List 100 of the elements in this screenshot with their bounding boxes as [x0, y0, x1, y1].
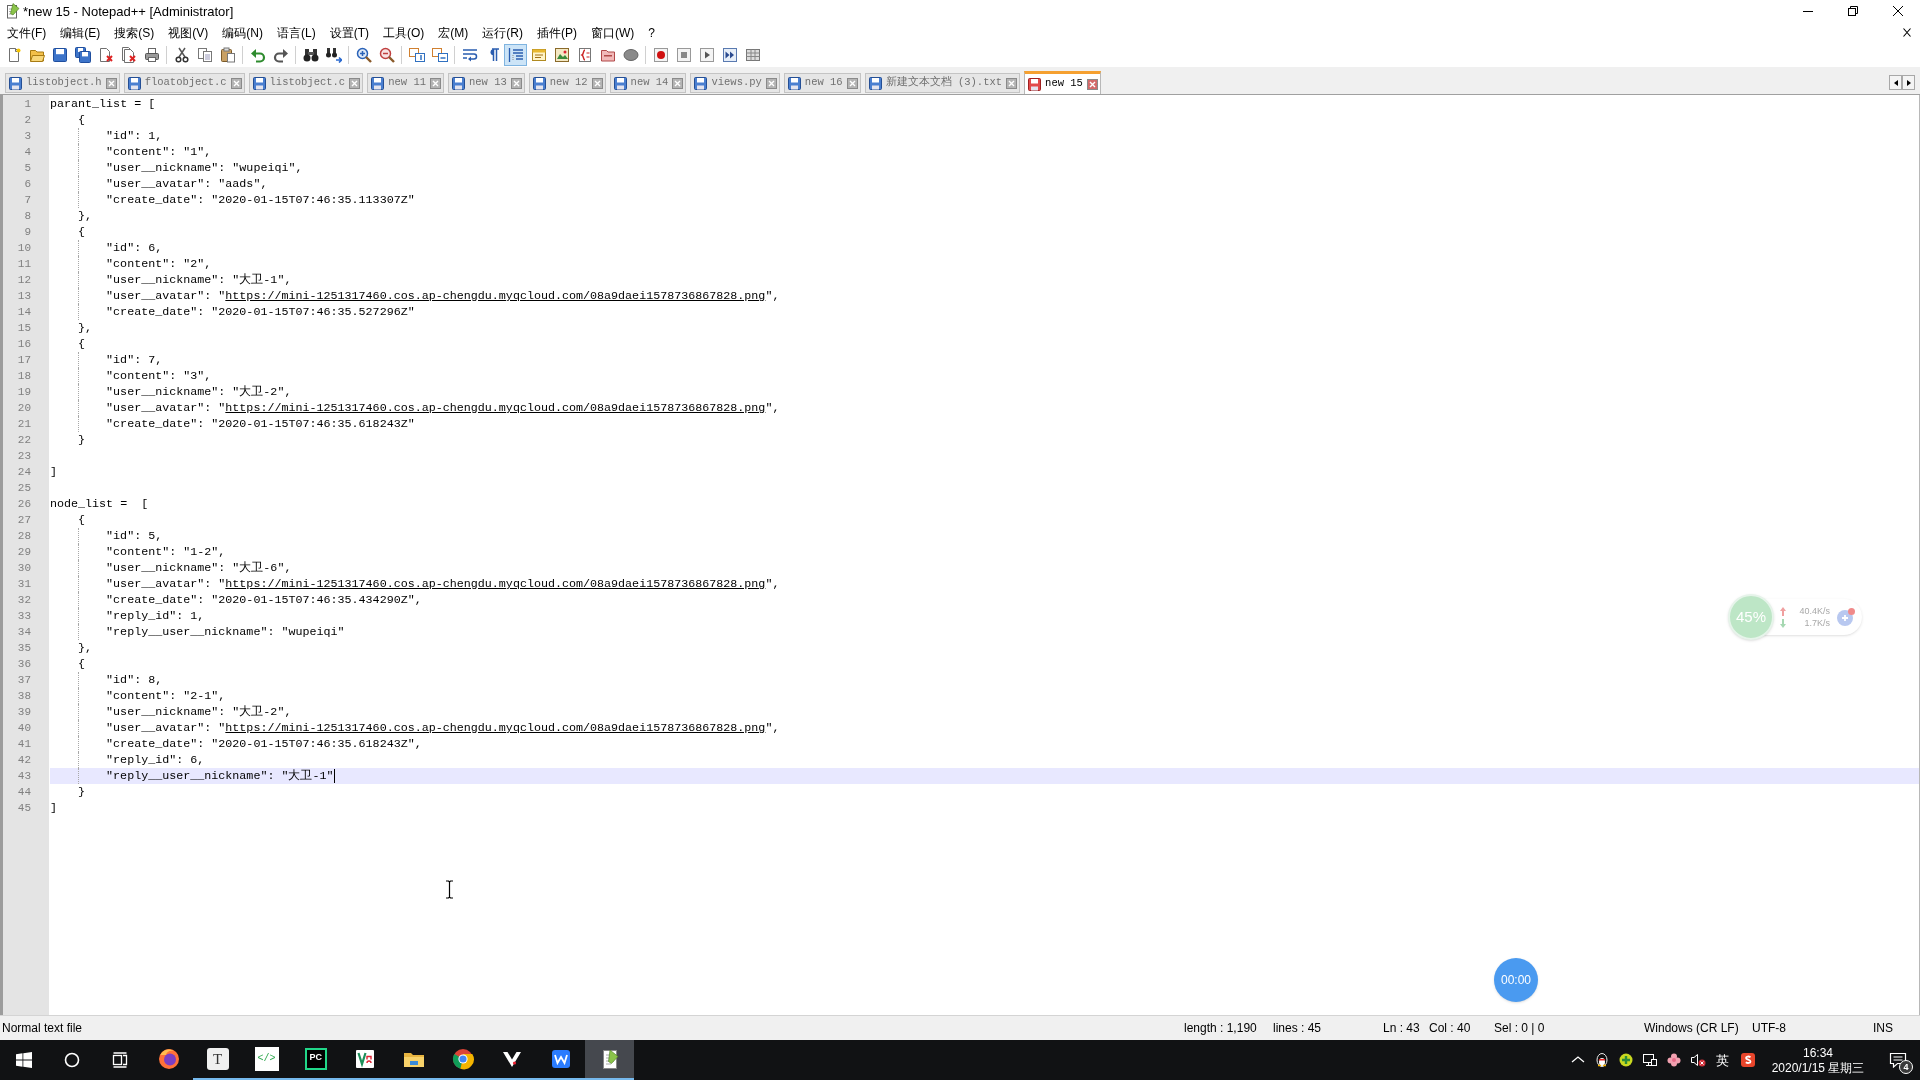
speaker-muted-icon — [1690, 1052, 1706, 1068]
code-line: }, — [78, 320, 93, 336]
line-number: 22 — [17, 434, 31, 446]
line-number: 35 — [17, 642, 31, 654]
code-line: "user__nickname": "大卫-1", — [106, 272, 292, 288]
indent-guide-icon — [507, 47, 524, 63]
code-line: "create_date": "2020-01-15T07:46:35.618243Z" — [106, 416, 415, 432]
window-icon — [530, 47, 547, 63]
binoculars-icon — [302, 47, 319, 63]
file-type-label: Normal text file — [2, 1022, 83, 1034]
url-link[interactable]: https://mini-1251317460.cos.ap-chengdu.myqcloud.com/08a9daei1578736867828.png — [225, 289, 766, 303]
editor-tab[interactable]: listobject.h — [5, 73, 120, 93]
tab-close-icon[interactable] — [1086, 78, 1098, 90]
line-number: 24 — [17, 466, 31, 478]
tab-close-icon[interactable] — [765, 77, 777, 89]
code-line: "id": 6, — [106, 240, 163, 256]
editor-tab[interactable]: new 15 — [1024, 71, 1101, 94]
tab-close-icon[interactable] — [105, 77, 117, 89]
cursor-column-label: Col : 40 — [1429, 1022, 1471, 1034]
menu-item[interactable]: 工具(O) — [376, 23, 432, 42]
up-arrow-icon — [1780, 606, 1786, 616]
taskbar-app-button[interactable] — [585, 1040, 634, 1080]
code-line: "id": 7, — [106, 352, 163, 368]
menu-item[interactable]: 设置(T) — [322, 23, 376, 42]
close-icon — [1892, 6, 1903, 16]
line-number: 14 — [17, 306, 31, 318]
tab-close-icon[interactable] — [672, 77, 684, 89]
editor-tab[interactable]: new 13 — [448, 73, 525, 93]
tab-close-icon[interactable] — [349, 77, 361, 89]
penguin-icon — [1594, 1052, 1610, 1068]
tab-scroll-left-button[interactable] — [1889, 75, 1902, 90]
code-line: { — [78, 224, 86, 240]
line-number: 5 — [24, 162, 31, 174]
magnifier-plus-icon — [355, 47, 372, 63]
line-number: 21 — [17, 418, 31, 430]
download-speed: 1.7K/s — [1803, 618, 1830, 628]
menu-item[interactable]: 视图(V) — [161, 23, 216, 42]
code-line: "user__avatar": "aads", — [106, 176, 268, 192]
menu-item[interactable]: 编辑(E) — [53, 23, 108, 42]
notification-button[interactable]: 4 — [1876, 1040, 1920, 1080]
tab-close-icon[interactable] — [1006, 77, 1018, 89]
tab-close-icon[interactable] — [846, 77, 858, 89]
editor-tab[interactable]: listobject.c — [248, 73, 364, 93]
pages-close-icon — [120, 47, 137, 63]
menu-item[interactable]: 宏(M) — [431, 23, 476, 42]
play-icon — [698, 47, 715, 63]
task-view-icon — [112, 1052, 128, 1068]
line-number: 37 — [17, 674, 31, 686]
tab-scroll-right-button[interactable] — [1902, 75, 1915, 90]
menu-item[interactable]: 文件(F) — [0, 23, 54, 42]
editor-tab[interactable]: floatobject.c — [123, 73, 245, 93]
line-number: 18 — [17, 370, 31, 382]
length-label: length : 1,190 — [1184, 1022, 1257, 1034]
code-line: }, — [78, 208, 93, 224]
tab-close-icon[interactable] — [510, 77, 522, 89]
editor-tab[interactable]: new 12 — [528, 73, 606, 93]
input-method-button[interactable]: 英 — [1710, 1040, 1734, 1080]
editor-tab[interactable]: 新建文本文档 (3).txt — [864, 73, 1021, 93]
menu-item[interactable]: 窗口(W) — [584, 23, 642, 42]
url-link[interactable]: https://mini-1251317460.cos.ap-chengdu.myqcloud.com/08a9daei1578736867828.png — [225, 721, 766, 735]
tab-close-icon[interactable] — [591, 77, 603, 89]
editor-tab[interactable]: new 11 — [367, 73, 444, 93]
line-number: 23 — [17, 450, 31, 462]
tab-close-icon[interactable] — [430, 77, 441, 89]
code-line: "create_date": "2020-01-15T07:46:35.618243Z", — [106, 736, 422, 752]
code-line: "reply__user__nickname": "大卫-1" — [106, 768, 334, 784]
code-line: "user__nickname": "wupeiqi", — [106, 160, 303, 176]
clock-button[interactable]: 16:34 2020/1/15 星期三 — [1762, 1040, 1874, 1080]
code-line: ] — [50, 800, 57, 816]
menu-item[interactable]: 语言(L) — [270, 23, 323, 42]
url-link[interactable]: https://mini-1251317460.cos.ap-chengdu.myqcloud.com/08a9daei1578736867828.png — [225, 577, 766, 591]
right-triangle-icon — [1905, 78, 1912, 87]
magnifier-minus-icon — [378, 47, 395, 63]
taskbar-app-button[interactable]: PC — [291, 1040, 340, 1080]
menu-item[interactable]: 搜索(S) — [107, 23, 162, 42]
line-number: 32 — [17, 594, 31, 606]
line-number: 41 — [17, 738, 31, 750]
clock-time: 16:34 — [1803, 1046, 1833, 1059]
flower-icon — [1666, 1052, 1682, 1068]
code-line: "user__nickname": "大卫-2", — [106, 704, 292, 720]
menu-item[interactable]: 运行(R) — [475, 23, 530, 42]
menu-item[interactable]: 插件(P) — [530, 23, 584, 42]
left-triangle-icon — [1892, 78, 1899, 87]
line-number: 7 — [24, 194, 31, 206]
menu-item[interactable]: ? — [641, 23, 662, 42]
menu-item[interactable]: 编码(N) — [215, 23, 270, 42]
line-number: 2 — [24, 114, 31, 126]
line-number: 25 — [17, 482, 31, 494]
page-close-icon — [97, 47, 114, 63]
editor-tab[interactable]: views.py — [690, 73, 780, 93]
editor-tab[interactable]: new 16 — [783, 73, 861, 93]
line-number: 26 — [17, 498, 31, 510]
taskbar-app-button[interactable]: T — [193, 1040, 242, 1080]
indent-guide-button[interactable] — [504, 44, 527, 66]
url-link[interactable]: https://mini-1251317460.cos.ap-chengdu.myqcloud.com/08a9daei1578736867828.png — [225, 401, 766, 415]
clipboard-icon — [219, 47, 236, 63]
code-line: "create_date": "2020-01-15T07:46:35.527296Z" — [106, 304, 415, 320]
tab-close-icon[interactable] — [230, 77, 242, 89]
scissors-icon — [173, 47, 190, 63]
editor-tab[interactable]: new 14 — [609, 73, 687, 93]
